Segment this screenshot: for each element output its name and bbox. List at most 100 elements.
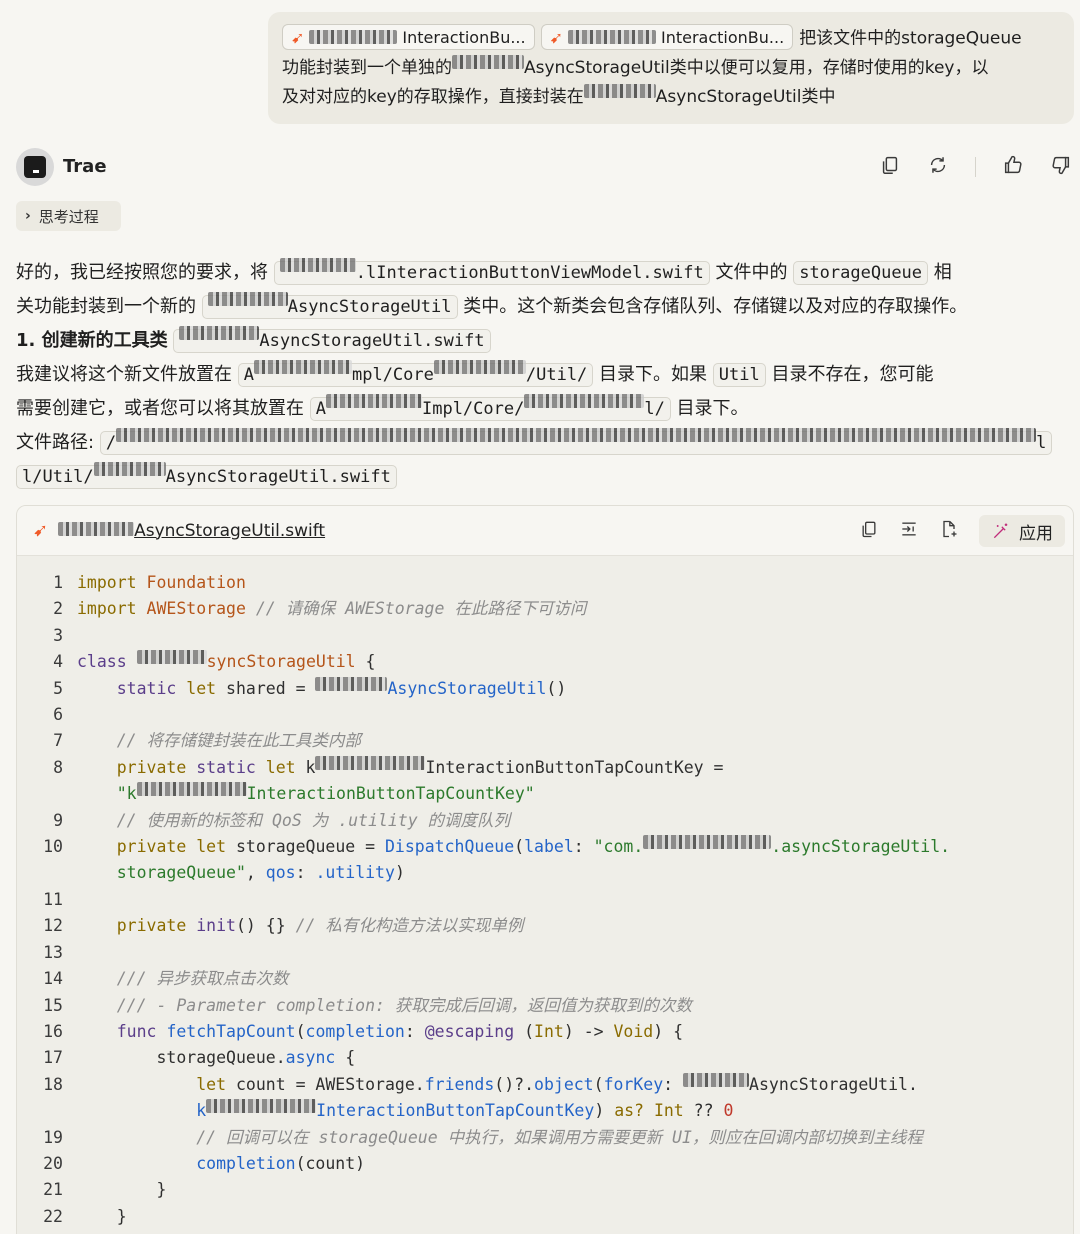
answer-line: 我建议将这个新文件放置在 Axmpl/Corex/Util/ 目录下。如果 Ut… [16, 358, 1076, 392]
swift-file-icon: ➹ [549, 27, 563, 47]
inline-code-text: mpl/Core [351, 365, 434, 385]
code-text: : [663, 1074, 684, 1094]
copy-icon[interactable] [879, 154, 901, 180]
module-name: Foundation [146, 573, 246, 592]
code-line: 17 storageQueue.async { [17, 1045, 1073, 1071]
answer-line: 1. 创建新的工具类 xAsyncStorageUtil.swift [16, 324, 1076, 358]
code-filename[interactable]: xAsyncStorageUtil.swift [58, 521, 325, 541]
code-line: 8 private static let kxInteractionButton… [17, 755, 1073, 781]
inline-code-text: A [243, 365, 254, 385]
keyword: import [77, 599, 137, 619]
divider [975, 157, 976, 177]
redacted-text: x [315, 755, 426, 770]
copy-code-icon[interactable] [859, 519, 879, 543]
code-line: 18 let count = AWEStorage.friends()?.obj… [17, 1072, 1073, 1098]
code-text: { [355, 652, 376, 672]
code-text: ) [594, 1101, 615, 1121]
code-text: } [116, 1206, 127, 1226]
line-number: 15 [43, 995, 63, 1015]
insert-to-terminal-icon[interactable] [899, 519, 919, 543]
line-number: 8 [53, 757, 63, 777]
redacted-text: x [206, 1099, 317, 1114]
inline-code: storageQueue [793, 261, 929, 285]
answer-text: 目录不存在，您可能 [771, 364, 934, 385]
code-line: 20 completion(count) [17, 1151, 1073, 1177]
type-name: Int [534, 1021, 564, 1041]
thumbs-up-icon[interactable] [1002, 154, 1024, 180]
thumbs-down-icon[interactable] [1050, 154, 1072, 180]
enum-value: .utility [315, 863, 395, 883]
code-text: count = AWEStorage. [226, 1074, 425, 1094]
code-toolbar: 应用 [859, 515, 1065, 547]
keyword: static [196, 757, 256, 777]
swift-file-icon: ➹ [291, 27, 305, 47]
code-text: ( [593, 1074, 604, 1094]
code-line: 16 func fetchTapCount(completion: @escap… [17, 1019, 1073, 1045]
line-number [17, 1098, 63, 1124]
code-text: (count) [295, 1153, 366, 1173]
inline-code-text: AsyncStorageUtil [287, 297, 452, 317]
code-line: 12 private init() {} // 私有化构造方法以实现单例 [17, 913, 1073, 939]
code-comment: // 请确保 AWEStorage 在此路径下可访问 [255, 599, 587, 619]
line-number: 7 [53, 731, 63, 751]
inline-code-text: Impl/Core/ [421, 399, 525, 419]
code-line: 14 /// 异步获取点击次数 [17, 966, 1073, 992]
type-name: Int [653, 1101, 684, 1121]
type-name: AsyncStorageUtil [387, 678, 547, 698]
function-name: friends [424, 1074, 495, 1094]
code-comment: // 回调可以在 storageQueue 中执行，如果调用方需要更新 UI，则… [196, 1127, 923, 1147]
inline-code: Axmpl/Corex/Util/ [237, 360, 594, 387]
redacted-text: x [253, 360, 352, 374]
code-line: "kxInteractionButtonTapCountKey" [17, 781, 1073, 807]
string-literal: "com. [593, 837, 644, 857]
code-comment: /// - Parameter completion: 获取完成后回调，返回值为… [116, 995, 692, 1015]
file-chip-2[interactable]: ➹ x InteractionBu... [540, 24, 794, 50]
class-name: syncStorageUtil [206, 652, 356, 672]
code-text: } [156, 1180, 167, 1200]
redacted-text: x [136, 650, 207, 665]
keyword: func [116, 1021, 157, 1041]
redacted-text: x [524, 394, 645, 408]
code-line: 11 [17, 887, 1073, 913]
inline-code-text: / [105, 433, 117, 453]
code-text: ()?. [494, 1074, 535, 1094]
line-number: 9 [53, 810, 63, 830]
code-comment: // 使用新的标签和 QoS 为 .utility 的调度队列 [116, 810, 511, 830]
code-line: 3 [17, 623, 1073, 649]
line-number: 20 [43, 1153, 63, 1173]
regenerate-icon[interactable] [927, 154, 949, 180]
answer-text: 目录下。如果 [599, 364, 708, 385]
apply-button-label: 应用 [1019, 523, 1053, 544]
inline-code-text: A [315, 399, 326, 419]
answer-line: l/Util/xAsyncStorageUtil.swift [16, 460, 1076, 494]
line-number: 3 [53, 625, 63, 645]
redacted-text: x [279, 258, 356, 272]
answer-text: 文件路径: [16, 432, 95, 453]
file-chip-1[interactable]: ➹ x InteractionBu... [282, 24, 535, 50]
apply-button[interactable]: 应用 [979, 515, 1065, 547]
code-text: shared = [216, 678, 316, 698]
chevron-right-icon: › [25, 208, 31, 224]
redacted-text: x [309, 30, 398, 44]
redacted-text: x [179, 326, 260, 340]
code-comment: // 将存储键封装在此工具类内部 [116, 731, 362, 751]
string-literal: "k [116, 784, 137, 804]
code-line: 6 [17, 702, 1073, 728]
redacted-text: x [568, 30, 656, 44]
code-text: () [546, 678, 567, 698]
thinking-process-toggle[interactable]: › 思考过程 [16, 201, 121, 231]
line-number [17, 860, 63, 886]
redacted-text: x [452, 54, 524, 69]
keyword: class [77, 652, 127, 672]
code-line: 22 } [17, 1204, 1073, 1230]
function-name: async [285, 1048, 336, 1068]
string-literal: storageQueue" [116, 863, 246, 883]
inline-code: xAsyncStorageUtil.swift [173, 326, 491, 353]
code-text: ?? [683, 1101, 724, 1121]
keyword: let [265, 757, 296, 777]
assistant-header: Trae [16, 148, 1076, 188]
new-file-icon[interactable] [939, 519, 959, 543]
line-number: 17 [43, 1048, 63, 1068]
redacted-text: x [58, 521, 135, 536]
inline-code-text: l/ [644, 399, 665, 419]
